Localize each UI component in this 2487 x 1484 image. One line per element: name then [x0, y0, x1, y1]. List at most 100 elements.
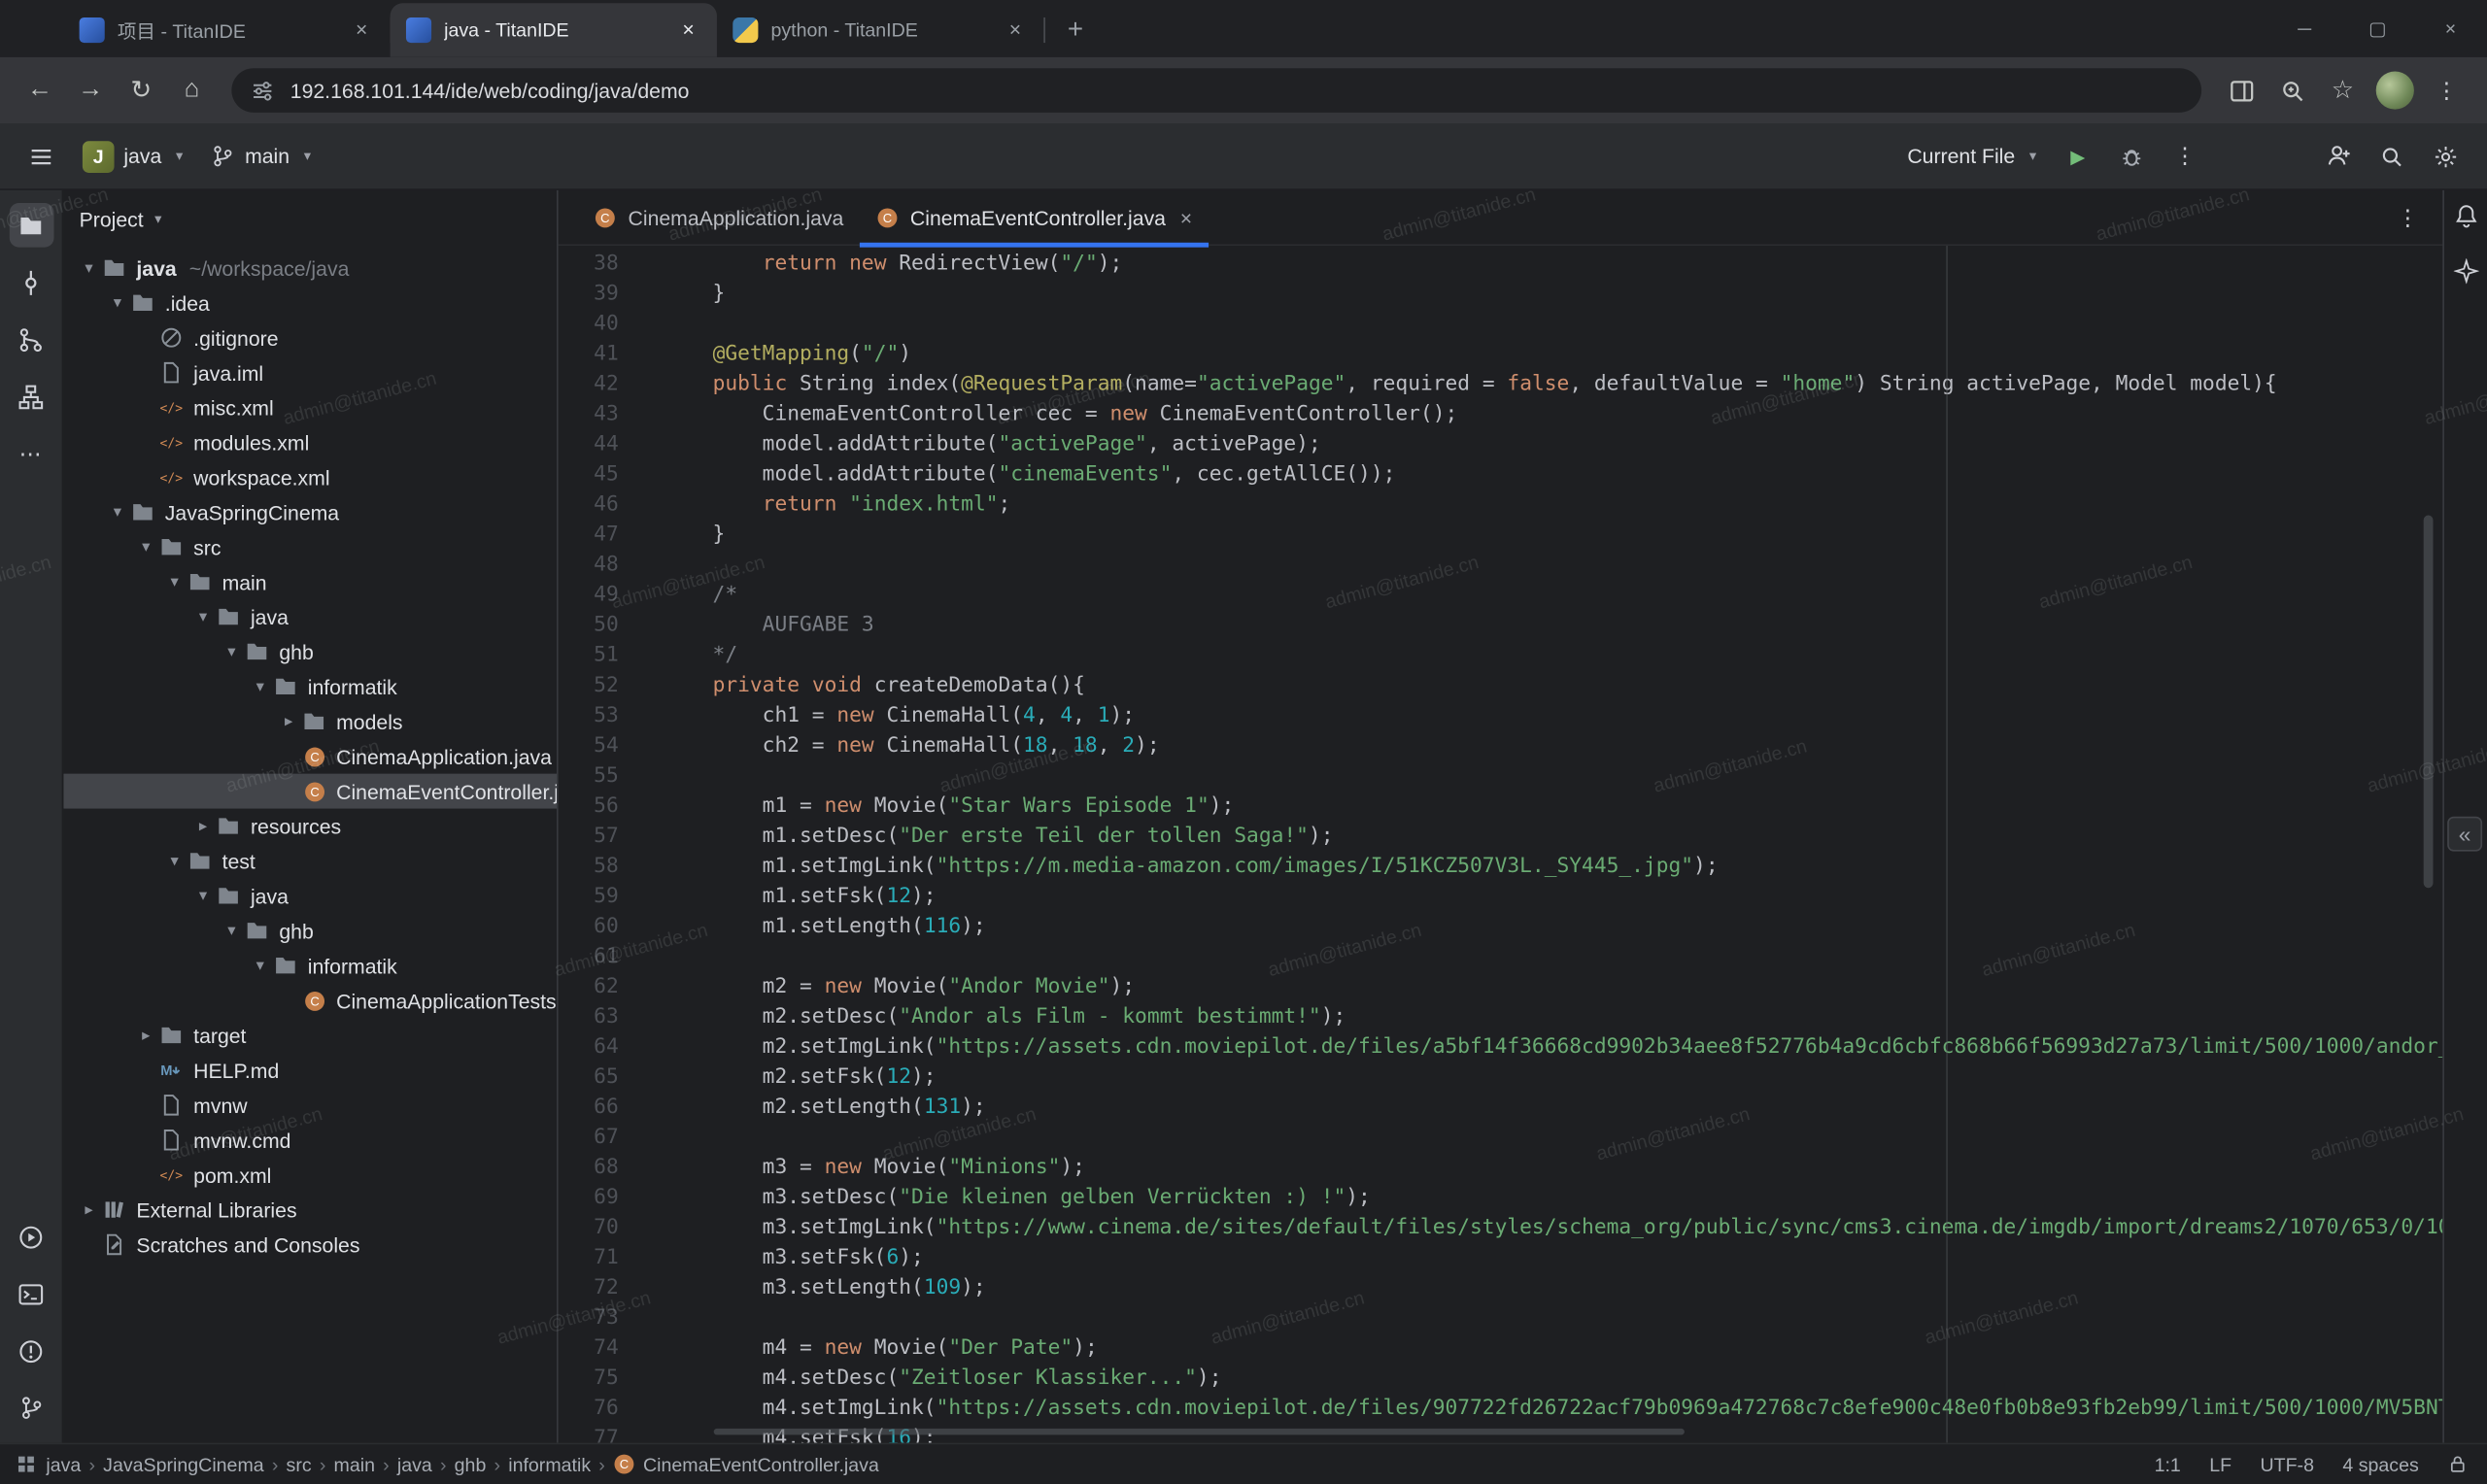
chevron-down-icon[interactable]: ▾ [248, 678, 273, 695]
run-button[interactable]: ▶ [2056, 134, 2100, 179]
breadcrumb-item[interactable]: java [46, 1453, 81, 1475]
tree-item-external-libraries[interactable]: ▸External Libraries [63, 1193, 557, 1228]
tree-item-ghb[interactable]: ▾ghb [63, 913, 557, 948]
commit-tool-icon[interactable] [9, 260, 53, 305]
bookmark-star-icon[interactable]: ☆ [2319, 67, 2367, 115]
browser-tab[interactable]: java - TitanIDE× [391, 3, 717, 57]
new-tab-button[interactable]: + [1053, 8, 1098, 52]
editor-tab-cinemaapplication.java[interactable]: CCinemaApplication.java [577, 189, 859, 245]
chevron-down-icon[interactable]: ▾ [133, 538, 158, 556]
structure-tool-icon[interactable] [9, 374, 53, 419]
tab-close-icon[interactable]: × [1003, 17, 1028, 43]
chevron-right-icon[interactable]: ▸ [76, 1201, 101, 1219]
main-menu-icon[interactable] [19, 134, 64, 179]
project-panel-header[interactable]: Project ▾ [63, 190, 557, 248]
lock-icon[interactable] [2447, 1454, 2468, 1474]
tree-item-.idea[interactable]: ▾.idea [63, 286, 557, 320]
tree-item-mvnw.cmd[interactable]: mvnw.cmd [63, 1123, 557, 1158]
version-control-tool-icon[interactable] [9, 1386, 53, 1431]
chevron-down-icon[interactable]: ▾ [105, 294, 130, 312]
tree-item-main[interactable]: ▾main [63, 564, 557, 599]
chevron-down-icon[interactable]: ▾ [248, 957, 273, 974]
address-bar[interactable]: 192.168.101.144/ide/web/coding/java/demo [231, 68, 2201, 113]
chevron-right-icon[interactable]: ▸ [133, 1027, 158, 1044]
tree-item-java[interactable]: ▾java~/workspace/java [63, 251, 557, 286]
tree-item-ghb[interactable]: ▾ghb [63, 634, 557, 669]
chevron-right-icon[interactable]: ▸ [190, 818, 216, 835]
notifications-bell-icon[interactable] [2453, 203, 2478, 236]
tree-item-target[interactable]: ▸target [63, 1018, 557, 1053]
tree-item-resources[interactable]: ▸resources [63, 809, 557, 844]
breadcrumb-item[interactable]: informatik [508, 1453, 591, 1475]
ai-assistant-icon[interactable] [2453, 258, 2478, 291]
url-text[interactable]: 192.168.101.144/ide/web/coding/java/demo [290, 79, 690, 102]
tree-item-mvnw[interactable]: mvnw [63, 1088, 557, 1123]
zoom-icon[interactable] [2268, 67, 2316, 115]
browser-menu-icon[interactable]: ⋮ [2424, 67, 2471, 115]
tree-item-models[interactable]: ▸models [63, 704, 557, 739]
caret-position[interactable]: 1:1 [2155, 1453, 2181, 1475]
collapse-panel-icon[interactable]: « [2447, 817, 2482, 852]
run-more-icon[interactable]: ⋮ [2163, 134, 2208, 179]
breadcrumb-item[interactable]: src [287, 1453, 312, 1475]
browser-tab[interactable]: python - TitanIDE× [717, 3, 1043, 57]
project-selector[interactable]: J java ▾ [73, 134, 192, 179]
tab-close-icon[interactable]: × [1180, 205, 1192, 228]
tree-item-java.iml[interactable]: java.iml [63, 355, 557, 390]
chevron-down-icon[interactable]: ▾ [76, 259, 101, 277]
chevron-down-icon[interactable]: ▾ [219, 922, 244, 939]
window-maximize-button[interactable]: ▢ [2341, 0, 2414, 57]
avatar[interactable] [2376, 71, 2414, 109]
refresh-button[interactable]: ↻ [118, 67, 165, 115]
tree-item-javaspringcinema[interactable]: ▾JavaSpringCinema [63, 494, 557, 529]
tree-item-test[interactable]: ▾test [63, 843, 557, 878]
settings-gear-icon[interactable] [2424, 134, 2469, 179]
indent-config[interactable]: 4 spaces [2342, 1453, 2418, 1475]
tab-close-icon[interactable]: × [349, 17, 374, 43]
pull-requests-tool-icon[interactable] [9, 317, 53, 361]
tree-item-cinemaeventcontroller.java[interactable]: CCinemaEventController.java [63, 774, 557, 809]
vertical-scrollbar[interactable] [2424, 516, 2434, 889]
chevron-right-icon[interactable]: ▸ [276, 713, 301, 730]
chevron-down-icon[interactable]: ▾ [190, 608, 216, 625]
breadcrumb-item[interactable]: ghb [455, 1453, 487, 1475]
tree-item-informatik[interactable]: ▾informatik [63, 948, 557, 983]
tree-item-.gitignore[interactable]: .gitignore [63, 320, 557, 355]
breadcrumb-item[interactable]: JavaSpringCinema [103, 1453, 264, 1475]
debug-button[interactable] [2109, 134, 2154, 179]
more-tools-icon[interactable]: ⋯ [9, 431, 53, 476]
tree-item-help.md[interactable]: MHELP.md [63, 1053, 557, 1088]
breadcrumb-item[interactable]: main [334, 1453, 375, 1475]
tree-item-java[interactable]: ▾java [63, 878, 557, 913]
file-encoding[interactable]: UTF-8 [2260, 1453, 2314, 1475]
editor-options-icon[interactable]: ⋮ [2397, 204, 2442, 231]
run-tool-icon[interactable] [9, 1214, 53, 1259]
tree-item-pom.xml[interactable]: </>pom.xml [63, 1158, 557, 1193]
site-info-icon[interactable] [251, 79, 274, 102]
side-panel-icon[interactable] [2217, 67, 2265, 115]
code-with-me-icon[interactable] [2316, 134, 2361, 179]
tree-item-cinemaapplicationtests.java[interactable]: CCinemaApplicationTests.java [63, 983, 557, 1018]
problems-tool-icon[interactable] [9, 1329, 53, 1373]
code-editor[interactable]: 38 return new RedirectView("/");39 }4041… [559, 246, 2443, 1443]
tab-close-icon[interactable]: × [676, 17, 701, 43]
window-minimize-button[interactable]: ─ [2268, 0, 2341, 57]
horizontal-scrollbar[interactable] [714, 1429, 1685, 1435]
line-separator[interactable]: LF [2209, 1453, 2231, 1475]
tree-item-src[interactable]: ▾src [63, 529, 557, 564]
branch-selector[interactable]: main ▾ [202, 134, 321, 179]
chevron-down-icon[interactable]: ▾ [162, 573, 187, 590]
breadcrumb-item[interactable]: CCinemaEventController.java [613, 1452, 879, 1475]
tree-item-modules.xml[interactable]: </>modules.xml [63, 425, 557, 460]
editor-tab-cinemaeventcontroller.java[interactable]: CCinemaEventController.java× [860, 189, 1209, 245]
run-config-selector[interactable]: Current File ▾ [1898, 134, 2047, 179]
project-tool-icon[interactable] [9, 203, 53, 248]
terminal-tool-icon[interactable] [9, 1271, 53, 1316]
window-close-button[interactable]: × [2414, 0, 2487, 57]
chevron-down-icon[interactable]: ▾ [219, 643, 244, 660]
chevron-down-icon[interactable]: ▾ [162, 852, 187, 869]
tree-item-scratches-and-consoles[interactable]: Scratches and Consoles [63, 1228, 557, 1263]
tree-item-informatik[interactable]: ▾informatik [63, 669, 557, 704]
home-button[interactable]: ⌂ [168, 67, 216, 115]
chevron-down-icon[interactable]: ▾ [190, 887, 216, 904]
